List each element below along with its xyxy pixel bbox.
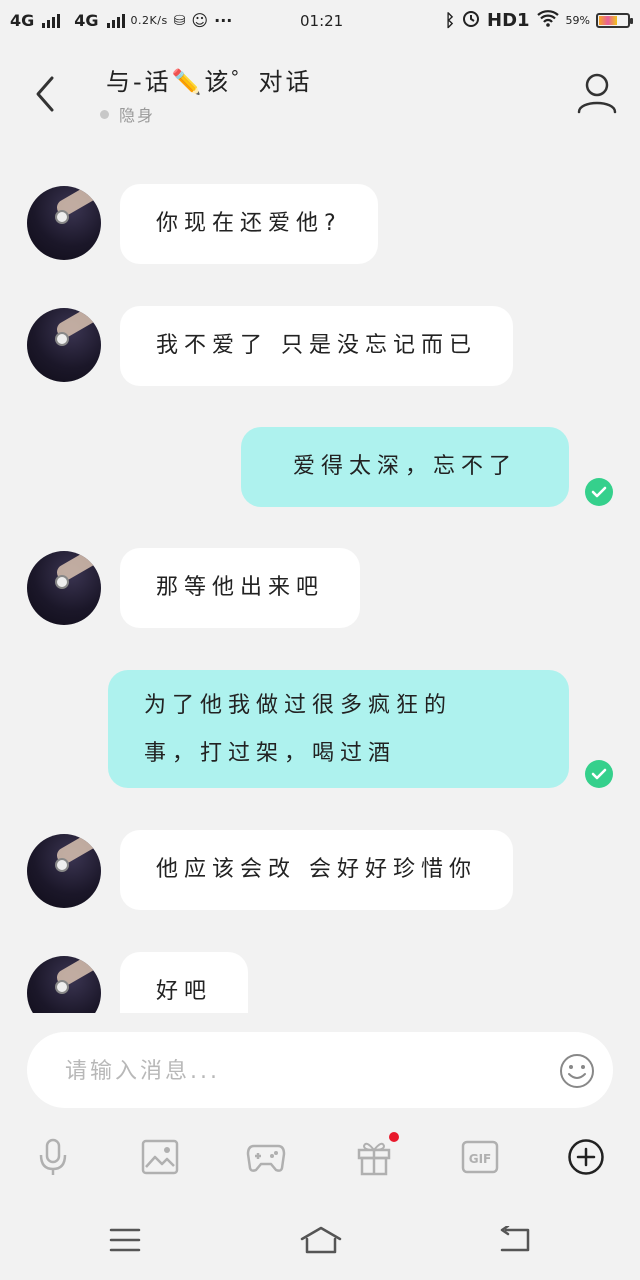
read-check-icon <box>585 760 613 788</box>
message-bubble-incoming[interactable]: 我不爱了 只是没忘记而已 <box>120 306 513 386</box>
read-check-icon <box>585 478 613 506</box>
page-title: 与-话✏️该゜对话 <box>106 68 313 96</box>
more-button[interactable] <box>561 1132 611 1182</box>
signal-icon <box>42 13 61 28</box>
battery-percent: 59% <box>565 14 590 27</box>
network-label-1: 4G <box>10 11 35 30</box>
message-input[interactable] <box>63 1052 547 1090</box>
gif-label: GIF <box>469 1152 492 1166</box>
database-icon: ⛁ <box>173 12 186 29</box>
hd-label: HD1 <box>487 10 530 31</box>
emoji-button[interactable] <box>559 1053 595 1089</box>
menu-nav-button[interactable] <box>100 1220 150 1260</box>
user-icon <box>577 73 617 114</box>
more-notifications-icon: ··· <box>214 11 233 30</box>
avatar[interactable] <box>27 956 101 1013</box>
message-line: 事，打过架，喝过酒 <box>144 741 397 766</box>
message-list[interactable]: 你现在还爱他? 我不爱了 只是没忘记而已 爱得太深，忘不了 那等他出来吧 为了他… <box>0 150 640 1013</box>
home-icon <box>300 1226 342 1254</box>
status-bar-left: 4G 4G 0.2K/s ⛁ ☺ ··· <box>10 11 232 30</box>
battery-icon <box>596 13 633 28</box>
system-nav-bar <box>0 1200 640 1280</box>
game-button[interactable] <box>241 1132 291 1182</box>
alarm-icon <box>461 8 481 33</box>
network-label-2: 4G <box>74 11 99 30</box>
add-circle-icon <box>568 1139 604 1175</box>
message-input-container <box>27 1032 613 1108</box>
back-nav-button[interactable] <box>490 1220 540 1260</box>
avatar[interactable] <box>27 834 101 908</box>
smiley-icon <box>560 1054 594 1088</box>
message-line: 为了他我做过很多疯狂的 <box>144 693 453 718</box>
gamepad-icon <box>246 1144 286 1172</box>
return-icon <box>500 1226 530 1252</box>
avatar[interactable] <box>27 551 101 625</box>
notification-badge <box>389 1132 399 1142</box>
voice-button[interactable] <box>28 1132 78 1182</box>
gift-button[interactable] <box>349 1132 399 1182</box>
gif-button[interactable]: GIF <box>455 1132 505 1182</box>
status-bar-right: ᛒ HD1 59% <box>444 8 633 33</box>
contact-status: 隐身 <box>100 102 155 126</box>
chevron-left-icon <box>36 76 54 112</box>
menu-icon <box>109 1228 141 1252</box>
message-bubble-outgoing[interactable]: 为了他我做过很多疯狂的 事，打过架，喝过酒 <box>108 670 569 788</box>
status-text: 隐身 <box>119 106 156 125</box>
status-dot-icon <box>100 109 109 119</box>
wifi-icon <box>536 9 560 32</box>
input-toolbar: GIF <box>0 1132 640 1186</box>
chat-header: 与-话✏️该゜对话 隐身 <box>0 44 640 140</box>
bluetooth-icon: ᛒ <box>444 10 456 31</box>
image-icon <box>141 1139 179 1175</box>
clock: 01:21 <box>300 12 344 30</box>
message-bubble-incoming[interactable]: 你现在还爱他? <box>120 184 378 264</box>
qq-icon: ☺ <box>191 11 209 30</box>
back-button[interactable] <box>30 72 60 116</box>
gif-icon: GIF <box>461 1140 499 1174</box>
home-nav-button[interactable] <box>296 1220 346 1260</box>
gift-icon <box>357 1142 391 1176</box>
message-bubble-outgoing[interactable]: 爱得太深，忘不了 <box>241 427 569 507</box>
message-bubble-incoming[interactable]: 那等他出来吧 <box>120 548 361 628</box>
image-button[interactable] <box>135 1132 185 1182</box>
avatar[interactable] <box>27 186 101 260</box>
status-bar: 4G 4G 0.2K/s ⛁ ☺ ··· 01:21 ᛒ HD1 59% <box>0 0 640 44</box>
microphone-icon <box>39 1138 67 1175</box>
message-bubble-incoming[interactable]: 好吧 <box>120 952 249 1013</box>
signal-icon-2 <box>106 13 125 28</box>
battery-fill <box>599 16 617 25</box>
network-speed: 0.2K/s <box>130 14 168 27</box>
profile-button[interactable] <box>574 70 620 116</box>
message-bubble-incoming[interactable]: 他应该会改 会好好珍惜你 <box>120 830 513 910</box>
avatar[interactable] <box>27 308 101 382</box>
